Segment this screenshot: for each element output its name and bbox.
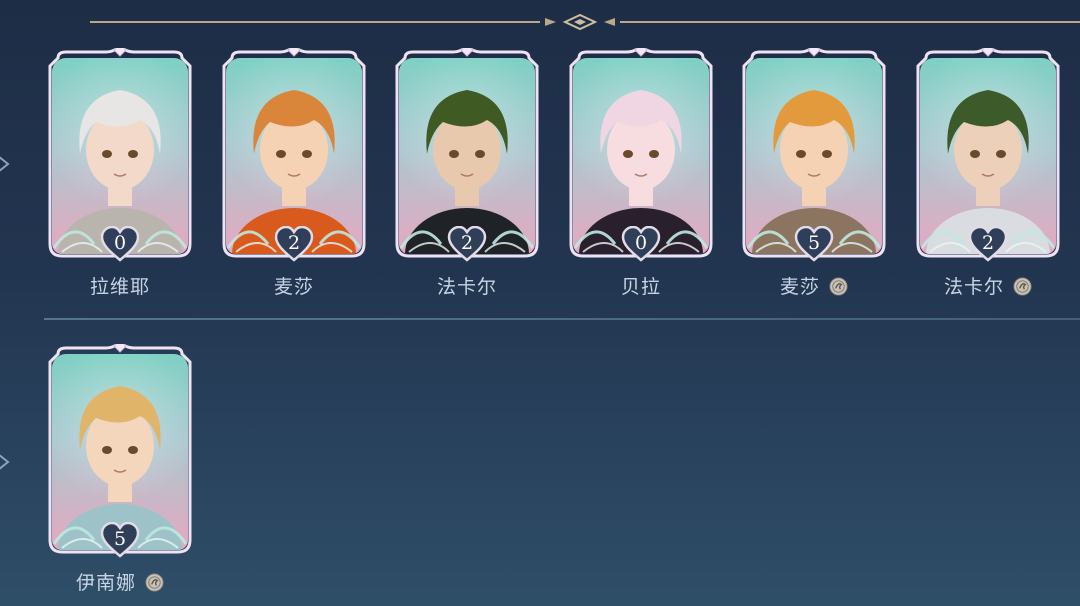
character-card[interactable]: 5 伊南娜 — [44, 344, 196, 596]
character-name-text: 拉维耶 — [89, 276, 150, 298]
character-name: 法卡尔 — [912, 272, 1064, 299]
character-card[interactable]: 2 法卡尔 — [391, 48, 543, 300]
top-ornament-divider — [90, 12, 1080, 32]
character-name: 贝拉 — [565, 272, 717, 299]
heart-icon: 5 — [794, 226, 834, 262]
character-name-text: 麦莎 — [273, 276, 314, 298]
character-name: 麦莎 — [218, 272, 370, 299]
affinity-level: 5 — [807, 232, 821, 254]
character-card[interactable]: 2 法卡尔 — [912, 48, 1064, 300]
character-name: 法卡尔 — [391, 272, 543, 299]
coin-icon — [1013, 277, 1032, 296]
character-card[interactable]: 0 贝拉 — [565, 48, 717, 300]
card-frame: 2 — [391, 48, 543, 262]
character-name: 拉维耶 — [44, 272, 196, 299]
character-name: 伊南娜 — [44, 568, 196, 595]
chevron-right-icon[interactable] — [0, 452, 12, 472]
coin-icon — [145, 573, 164, 592]
heart-icon: 2 — [447, 226, 487, 262]
character-name-text: 麦莎 — [779, 276, 820, 298]
affinity-level: 2 — [981, 232, 995, 254]
heart-icon: 2 — [968, 226, 1008, 262]
card-frame: 5 — [738, 48, 890, 262]
heart-icon: 0 — [621, 226, 661, 262]
chevron-right-icon[interactable] — [0, 154, 12, 174]
affinity-level: 2 — [287, 232, 301, 254]
heart-icon: 2 — [274, 226, 314, 262]
coin-icon — [829, 277, 848, 296]
heart-icon: 0 — [100, 226, 140, 262]
character-card[interactable]: 0 拉维耶 — [44, 48, 196, 300]
character-card[interactable]: 2 麦莎 — [218, 48, 370, 300]
heart-icon: 5 — [100, 522, 140, 558]
character-name-text: 伊南娜 — [75, 572, 136, 594]
character-name: 麦莎 — [738, 272, 890, 299]
character-name-text: 法卡尔 — [943, 276, 1004, 298]
affinity-level: 0 — [634, 232, 648, 254]
card-frame: 2 — [218, 48, 370, 262]
card-frame: 0 — [565, 48, 717, 262]
character-card[interactable]: 5 麦莎 — [738, 48, 890, 300]
affinity-level: 0 — [113, 232, 127, 254]
affinity-level: 5 — [113, 528, 127, 550]
character-name-text: 法卡尔 — [436, 276, 497, 298]
card-frame: 0 — [44, 48, 196, 262]
row-divider — [44, 318, 1080, 320]
card-frame: 5 — [44, 344, 196, 558]
character-name-text: 贝拉 — [620, 276, 661, 298]
affinity-level: 2 — [460, 232, 474, 254]
card-frame: 2 — [912, 48, 1064, 262]
